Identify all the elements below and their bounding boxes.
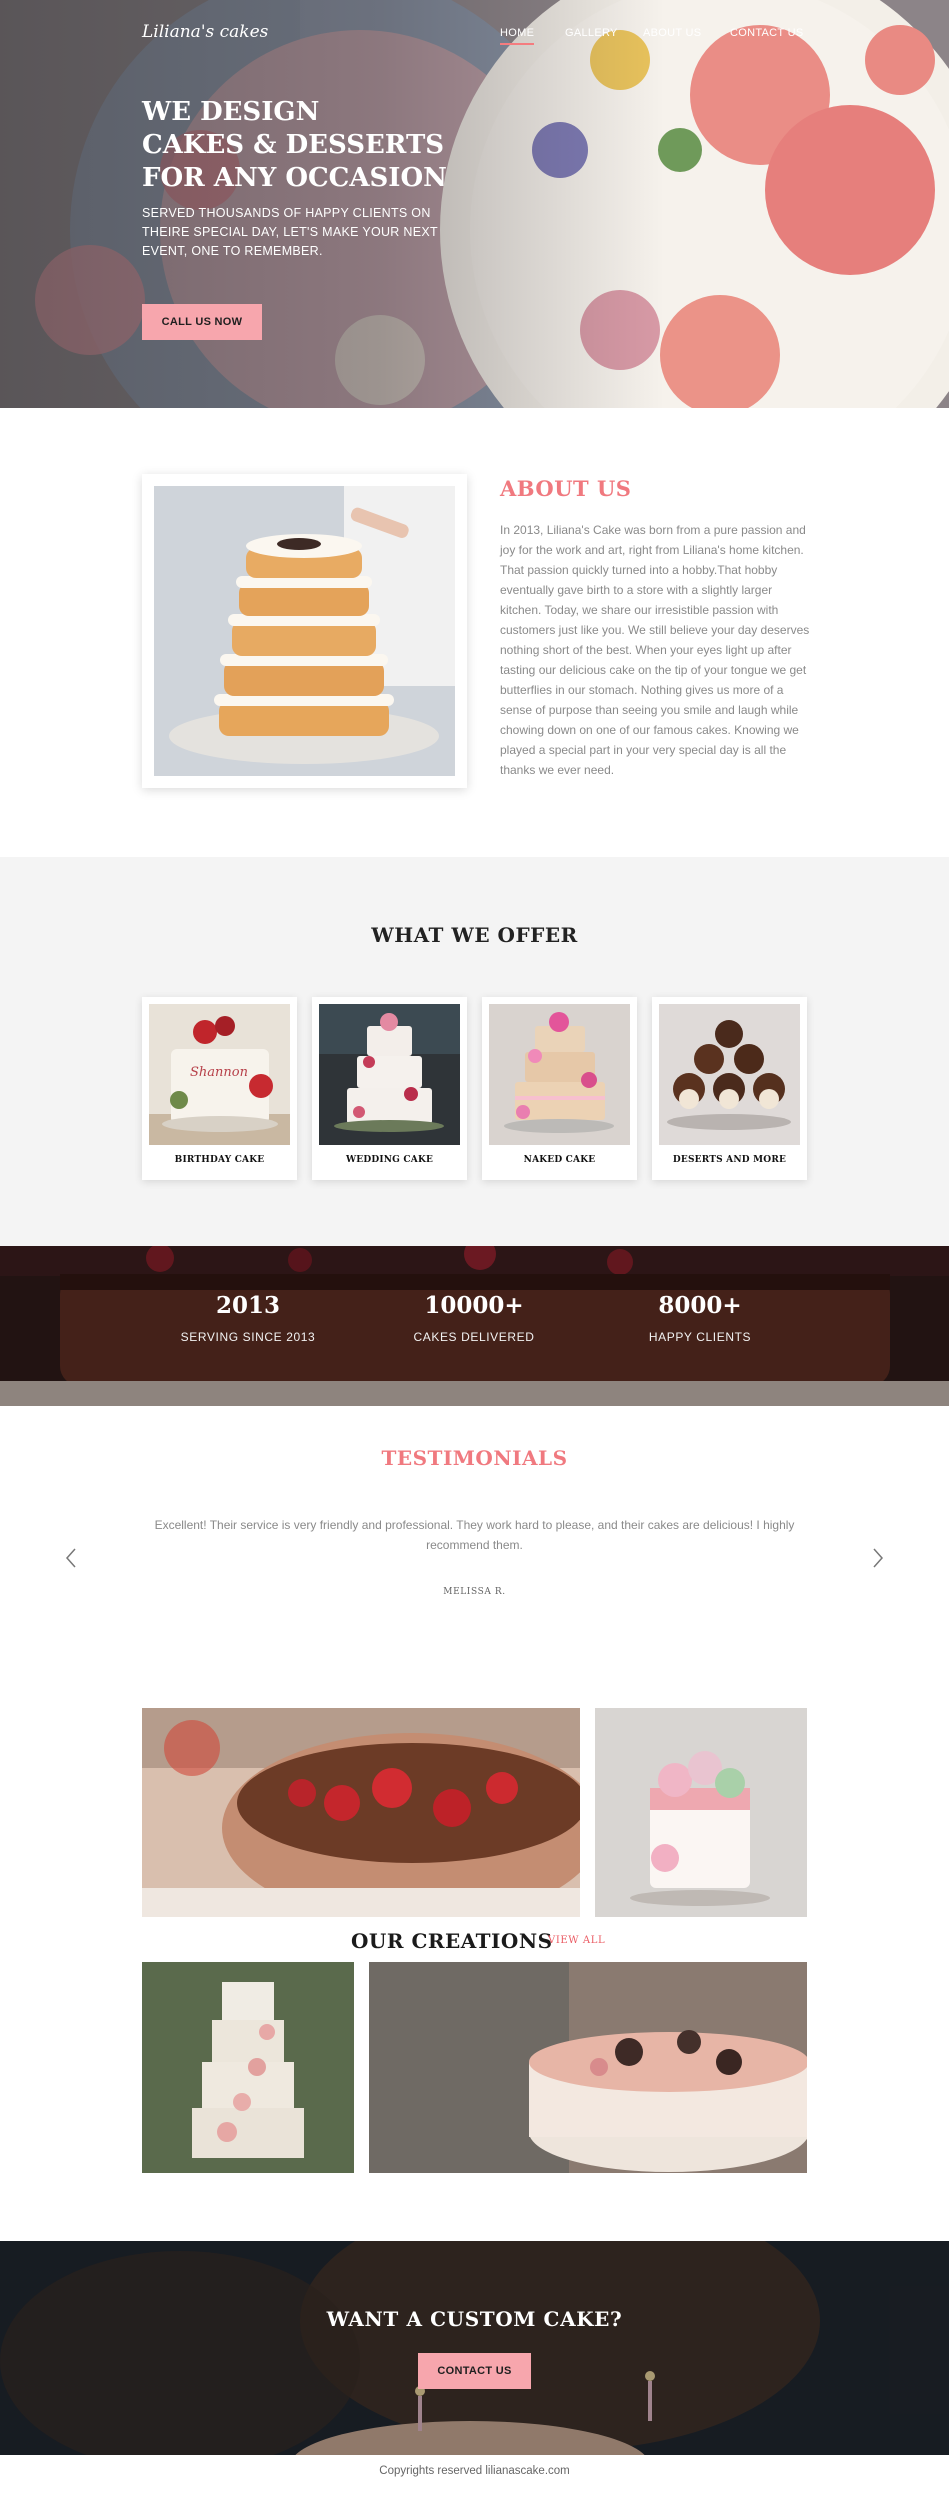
offer-card-birthday[interactable]: Shannon BIRTHDAY CAKE	[142, 997, 297, 1180]
chevron-left-icon[interactable]	[61, 1545, 81, 1571]
hero-subtitle: SERVED THOUSANDS OF HAPPY CLIENTS ON THE…	[142, 206, 438, 258]
offer-card-deserts[interactable]: DESERTS AND MORE	[652, 997, 807, 1180]
about-text: In 2013, Liliana's Cake was born from a …	[500, 523, 810, 777]
testimonial-author: MELISSA R.	[443, 1587, 506, 1597]
stat-label: CAKES DELIVERED	[413, 1330, 535, 1344]
offer-card-naked[interactable]: NAKED CAKE	[482, 997, 637, 1180]
stat-label: HAPPY CLIENTS	[648, 1330, 752, 1344]
hero-title-line-2: CAKES & DESSERTS	[142, 130, 445, 160]
nav-contact-us[interactable]: CONTACT US	[730, 27, 804, 39]
naked-cake-photo	[489, 1004, 630, 1145]
chocolate-cake-background	[0, 1246, 949, 1406]
custom-cake-title: WANT A CUSTOM CAKE?	[326, 2307, 623, 2331]
stats-section: 2013 SERVING SINCE 2013 10000+ CAKES DEL…	[0, 1246, 949, 1406]
offer-card-label: BIRTHDAY CAKE	[174, 1155, 265, 1165]
footer-copyright: Copyrights reserved lilianascake.com	[379, 2465, 570, 2477]
creation-drip-cake-photo[interactable]	[595, 1708, 807, 1917]
creation-tiered-cake-photo[interactable]	[142, 1962, 354, 2173]
nav-gallery[interactable]: GALLERY	[565, 27, 618, 39]
offer-title: WHAT WE OFFER	[371, 923, 578, 947]
creations-title: OUR CREATIONS	[351, 1929, 553, 1953]
hero-title: WE DESIGN CAKES & DESSERTS FOR ANY OCCAS…	[142, 96, 462, 195]
birthday-cake-inscription: Shannon	[190, 1065, 248, 1080]
offer-card-label: DESERTS AND MORE	[672, 1155, 787, 1165]
brand-logo[interactable]: Liliana's cakes	[142, 22, 268, 42]
main-nav: HOME GALLERY ABOUT US CONTACT US	[500, 27, 810, 47]
stat-label: SERVING SINCE 2013	[180, 1330, 316, 1344]
deserts-photo	[659, 1004, 800, 1145]
birthday-candles-background	[0, 2241, 949, 2455]
hero-title-line-1: WE DESIGN	[142, 97, 320, 127]
offer-card-wedding[interactable]: WEDDING CAKE	[312, 997, 467, 1180]
testimonials-title: TESTIMONIALS	[381, 1446, 568, 1470]
about-cake-photo	[154, 486, 455, 776]
wedding-cake-photo	[319, 1004, 460, 1145]
custom-cake-section: WANT A CUSTOM CAKE? CONTACT US	[0, 2241, 949, 2455]
stat-value: 8000+	[658, 1292, 742, 1319]
offer-card-label: NAKED CAKE	[523, 1155, 596, 1165]
stat-value: 10000+	[424, 1292, 524, 1319]
call-us-now-button[interactable]: CALL US NOW	[142, 304, 262, 340]
birthday-cake-photo: Shannon	[149, 1004, 290, 1145]
offer-section: WHAT WE OFFER Shannon BIRTHDAY CAKE WEDD…	[0, 857, 949, 1246]
view-all-link[interactable]: VIEW ALL	[548, 1935, 605, 1946]
stat-value: 2013	[215, 1292, 280, 1319]
creation-chocolate-drip-cake-photo[interactable]	[369, 1962, 807, 2173]
hero-section: Liliana's cakes HOME GALLERY ABOUT US CO…	[0, 0, 949, 408]
contact-us-button[interactable]: CONTACT US	[418, 2353, 531, 2389]
nav-home[interactable]: HOME	[500, 27, 535, 45]
creation-strawberry-cake-photo[interactable]	[142, 1708, 580, 1917]
testimonial-quote: Excellent! Their service is very friendl…	[154, 1518, 795, 1552]
chevron-right-icon[interactable]	[868, 1545, 888, 1571]
offer-card-label: WEDDING CAKE	[345, 1155, 434, 1165]
hero-title-line-3: FOR ANY OCCASION	[142, 163, 447, 193]
about-title: ABOUT US	[500, 476, 632, 501]
nav-about-us[interactable]: ABOUT US	[643, 27, 701, 39]
about-image-frame	[142, 474, 467, 788]
